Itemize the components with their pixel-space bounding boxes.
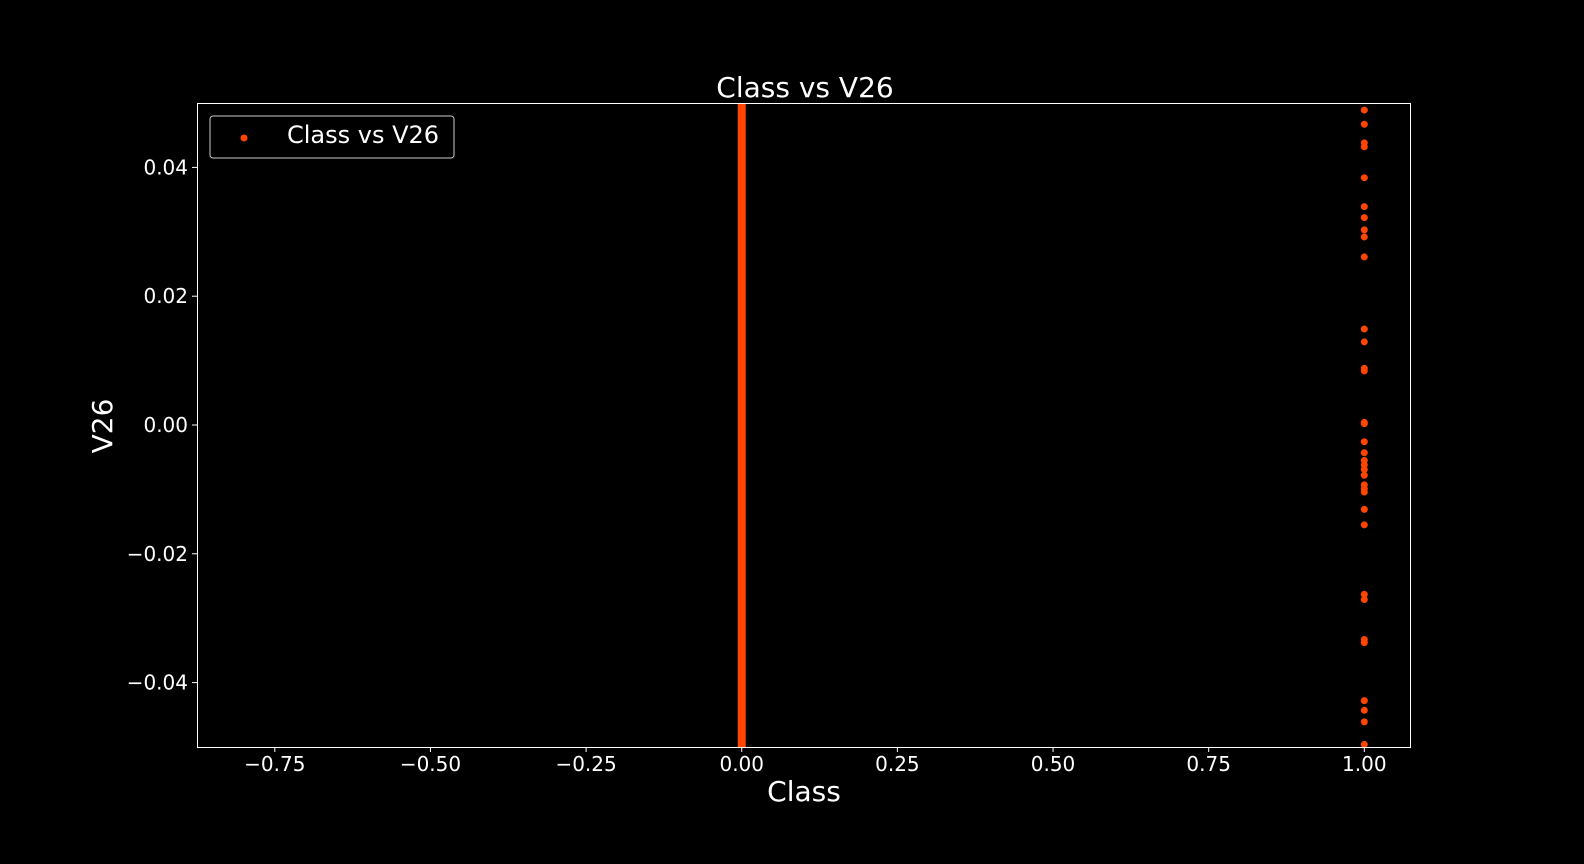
x-tick-label: 0.00 (719, 752, 764, 776)
data-point (1360, 718, 1368, 726)
data-point (1360, 174, 1368, 182)
x-tick-label: −0.50 (400, 752, 461, 776)
x-tick-label: 0.75 (1186, 752, 1231, 776)
y-axis-label: V26 (86, 399, 119, 454)
data-point (1360, 233, 1368, 241)
x-tick-label: −0.75 (244, 752, 305, 776)
data-point (1360, 367, 1368, 375)
data-point (1360, 106, 1368, 114)
data-point (1360, 740, 1368, 748)
data-band-class-0 (737, 103, 746, 747)
data-point (1360, 521, 1368, 529)
scatter-chart: Class vs V26 −0.75 −0.50 −0.25 0.00 0.25 0.50… (0, 0, 1584, 864)
data-point (1360, 338, 1368, 346)
data-point (1360, 697, 1368, 705)
legend: Class vs V26 (209, 115, 455, 159)
legend-label: Class vs V26 (287, 121, 439, 149)
data-point (1360, 438, 1368, 446)
y-tick-label: 0.04 (143, 155, 188, 179)
data-point (1360, 253, 1368, 261)
data-point (1360, 420, 1368, 428)
data-point (1360, 325, 1368, 333)
data-point (1360, 471, 1368, 479)
chart-title: Class vs V26 (716, 71, 893, 104)
y-tick-label: −0.02 (127, 542, 188, 566)
legend-marker (240, 134, 248, 142)
data-point (1360, 449, 1368, 457)
x-tick-label: 0.50 (1031, 752, 1076, 776)
x-axis-label: Class (767, 775, 841, 808)
y-tick-label: 0.00 (143, 413, 188, 437)
data-point (1360, 706, 1368, 714)
data-point (1360, 120, 1368, 128)
data-point (1360, 505, 1368, 513)
y-tick-label: 0.02 (143, 284, 188, 308)
data-point (1360, 596, 1368, 604)
x-tick-label: −0.25 (555, 752, 616, 776)
data-point (1360, 203, 1368, 211)
y-tick-label: −0.04 (127, 671, 188, 695)
data-point (1360, 488, 1368, 496)
data-point (1360, 143, 1368, 151)
data-point (1360, 214, 1368, 222)
x-tick-label: 1.00 (1342, 752, 1387, 776)
data-point (1360, 226, 1368, 234)
x-tick-label: 0.25 (875, 752, 920, 776)
data-point (1360, 639, 1368, 647)
